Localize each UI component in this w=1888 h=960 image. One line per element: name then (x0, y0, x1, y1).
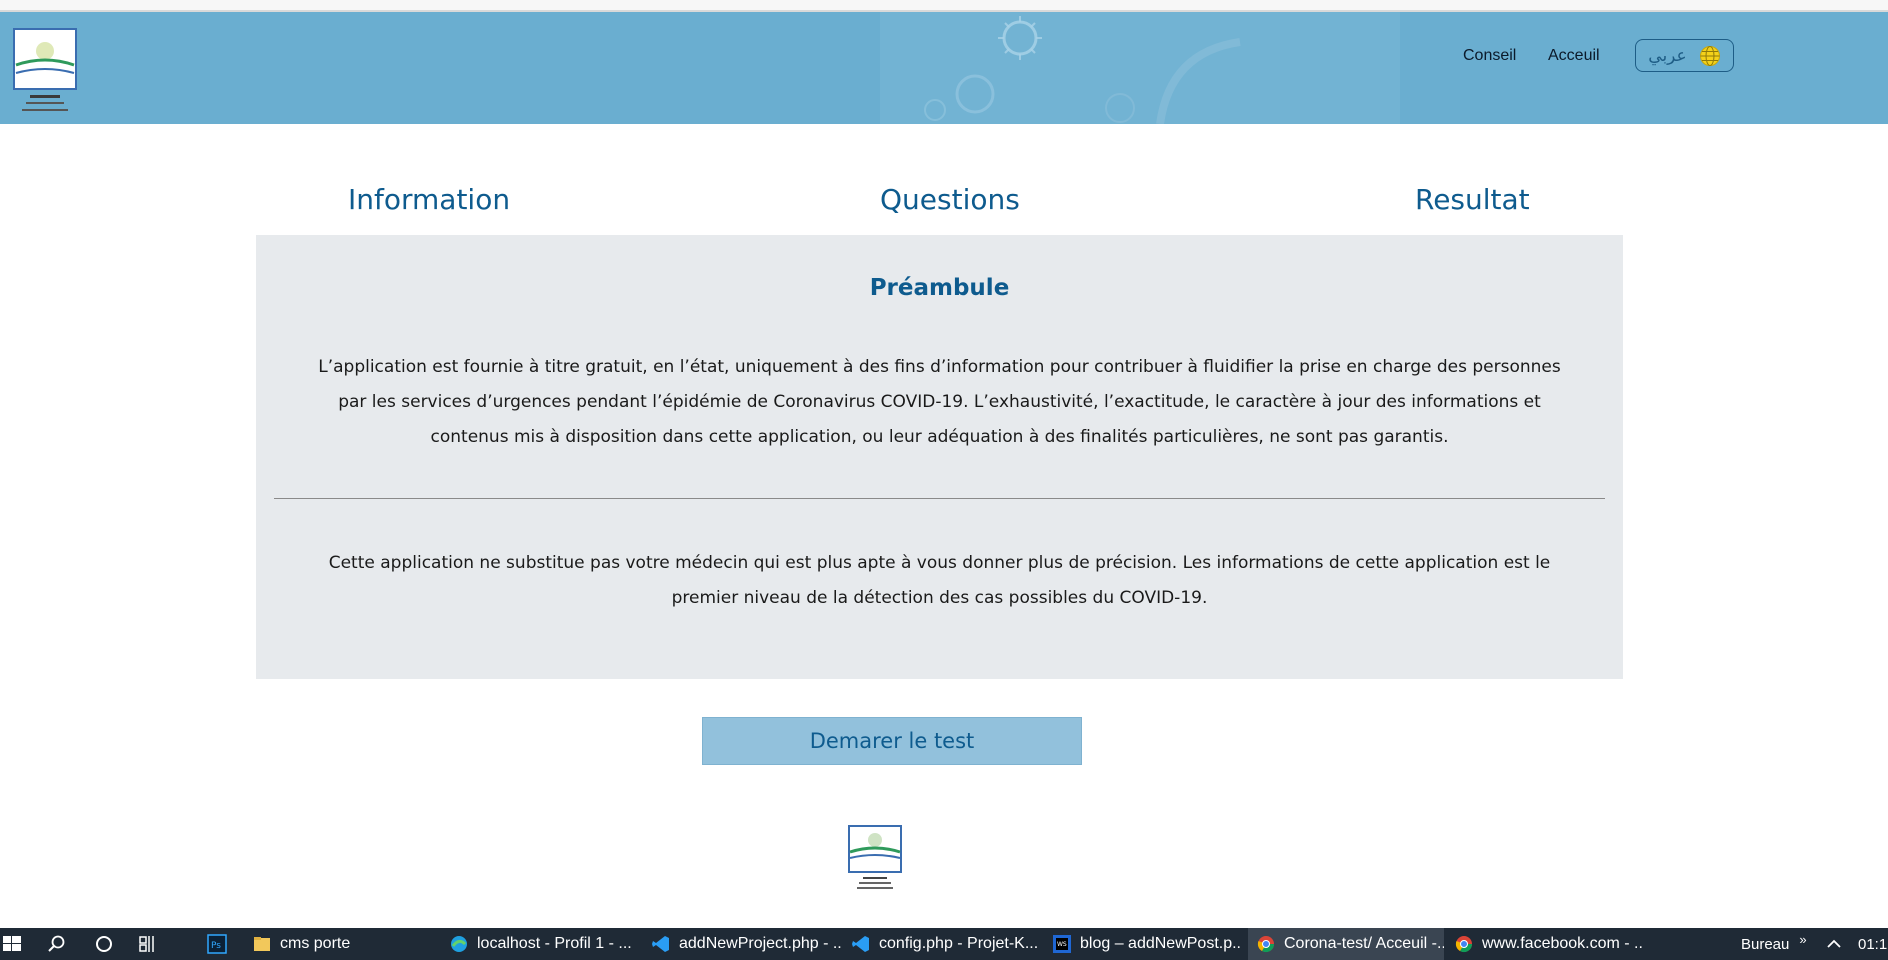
windows-taskbar: Ps cms porte localhost - Profil 1 - ... … (0, 928, 1888, 960)
preamble-paragraph-1: L’application est fournie à titre gratui… (318, 357, 1561, 447)
bureau-toolbar[interactable]: Bureau » (1741, 928, 1807, 960)
taskbar-clock[interactable]: 01:1 (1858, 928, 1887, 960)
windows-icon (3, 936, 21, 951)
taskbar-item-blog[interactable]: WS blog – addNewPost.p... (1052, 928, 1242, 960)
taskbar-item-label: config.php - Projet-K... (879, 935, 1039, 952)
search-icon (48, 935, 65, 952)
chevron-up-icon (1827, 939, 1841, 948)
taskbar-item-label: cms porte (280, 935, 351, 952)
edge-icon (451, 936, 467, 952)
taskbar-item-label: addNewProject.php - ... (679, 935, 841, 952)
photoshop-button[interactable]: Ps (206, 928, 228, 960)
top-border (0, 0, 1888, 12)
taskbar-search-button[interactable] (42, 928, 70, 960)
svg-text:WS: WS (1057, 941, 1067, 948)
globe-icon (1699, 45, 1720, 66)
vscode-icon (652, 936, 669, 952)
panel-divider (274, 498, 1605, 499)
chrome-icon (1257, 936, 1275, 953)
taskbar-item-cms-porte[interactable]: cms porte (252, 928, 432, 960)
footer-ministry-logo (848, 825, 902, 889)
preamble-paragraph-2: Cette application ne substitue pas votre… (328, 553, 1551, 608)
cortana-circle-icon (96, 936, 112, 952)
svg-text:Ps: Ps (211, 941, 221, 951)
chevron-right-double-icon: » (1799, 931, 1807, 947)
bureau-label: Bureau (1741, 935, 1790, 953)
webstorm-icon: WS (1053, 935, 1071, 953)
taskbar-item-label: Corona-test/ Acceuil -... (1284, 935, 1444, 952)
taskbar-item-facebook[interactable]: www.facebook.com - ... (1454, 928, 1644, 960)
language-toggle-button[interactable]: عربي (1635, 39, 1734, 72)
taskbar-item-label: www.facebook.com - ... (1482, 935, 1644, 952)
site-header: Conseil Acceuil عربي (0, 12, 1888, 124)
folder-icon (254, 937, 270, 951)
cortana-button[interactable] (90, 928, 118, 960)
taskbar-item-config[interactable]: config.php - Projet-K... (851, 928, 1041, 960)
taskbar-item-localhost[interactable]: localhost - Profil 1 - ... (449, 928, 639, 960)
step-resultat: Resultat (1415, 183, 1530, 216)
nav-acceuil-link[interactable]: Acceuil (1548, 47, 1600, 65)
language-label: عربي (1648, 45, 1687, 66)
preamble-panel: Préambule L’application est fournie à ti… (256, 235, 1623, 679)
start-button[interactable] (0, 928, 24, 960)
photoshop-icon: Ps (207, 934, 227, 954)
panel-title: Préambule (869, 275, 1010, 301)
taskbar-item-corona-test[interactable]: Corona-test/ Acceuil -... (1248, 928, 1444, 960)
step-information: Information (348, 183, 511, 216)
nav-conseil-link[interactable]: Conseil (1463, 47, 1516, 65)
show-hidden-icons-button[interactable] (1824, 928, 1844, 960)
start-test-button[interactable]: Demarer le test (702, 717, 1082, 765)
clock-time: 01:1 (1858, 935, 1888, 953)
task-view-button[interactable] (134, 928, 162, 960)
taskbar-item-label: blog – addNewPost.p... (1080, 935, 1242, 952)
task-view-icon (139, 936, 154, 952)
chrome-icon (1455, 936, 1473, 953)
vscode-icon (852, 936, 869, 952)
taskbar-item-label: localhost - Profil 1 - ... (477, 935, 632, 952)
ministry-logo[interactable] (12, 27, 78, 123)
step-questions: Questions (880, 183, 1020, 216)
taskbar-item-addnewproject[interactable]: addNewProject.php - ... (651, 928, 841, 960)
